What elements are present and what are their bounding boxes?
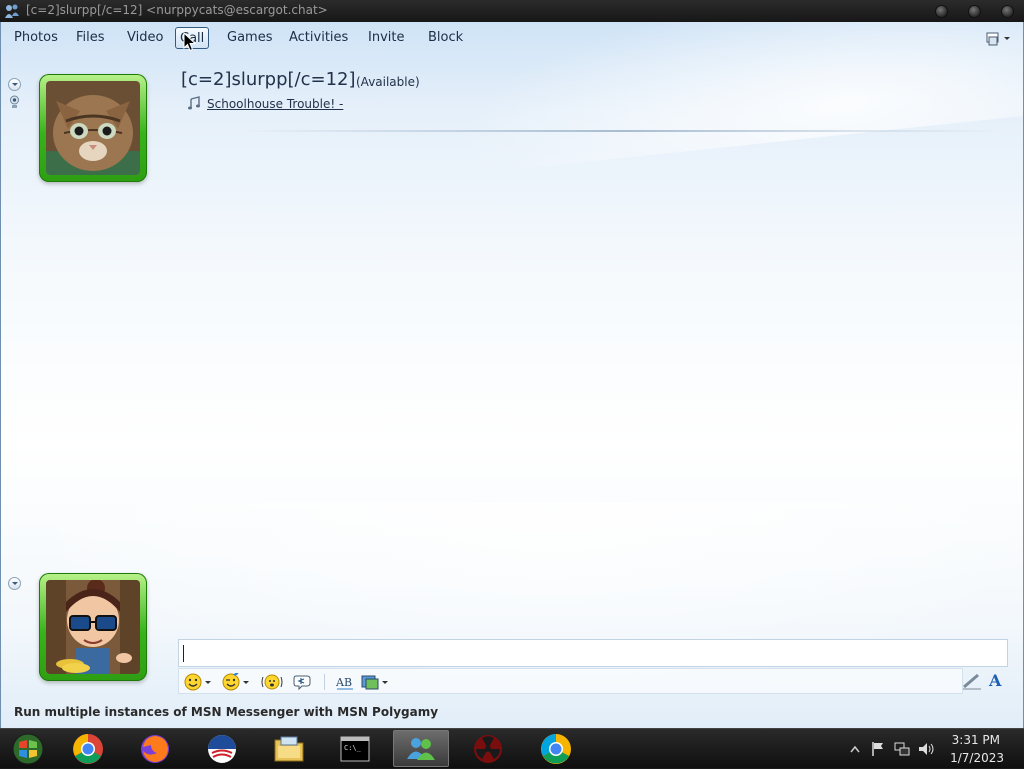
ad-banner-text[interactable]: Run multiple instances of MSN Messenger … — [14, 705, 438, 719]
taskbar-command-prompt[interactable]: C:\_ — [327, 730, 383, 767]
menu-video[interactable]: Video — [125, 27, 165, 49]
handwriting-icon[interactable] — [961, 671, 983, 691]
contact-status: (Available) — [356, 75, 420, 89]
system-tray: 3:31 PM 1/7/2023 — [834, 729, 1024, 769]
taskbar-file-explorer[interactable] — [261, 730, 317, 767]
taskbar-radioactive-app[interactable] — [460, 730, 516, 767]
message-input[interactable] — [178, 639, 1008, 667]
menu-invite[interactable]: Invite — [366, 27, 406, 49]
spellcheck-button[interactable]: AB — [335, 672, 355, 692]
start-button[interactable] — [0, 730, 56, 767]
svg-text:C:\_: C:\_ — [344, 744, 362, 752]
taskbar-chrome[interactable] — [60, 730, 116, 767]
window-title: [c=2]slurpp[/c=12] <nurppycats@escargot.… — [26, 3, 328, 17]
music-note-icon — [188, 96, 200, 110]
message-history[interactable] — [178, 142, 1008, 632]
title-bar[interactable]: [c=2]slurpp[/c=12] <nurppycats@escargot.… — [0, 0, 1024, 22]
taskbar-msn-messenger[interactable] — [393, 730, 449, 767]
background-button[interactable] — [361, 672, 388, 692]
obama-logo-icon — [208, 734, 236, 763]
menu-games[interactable]: Games — [225, 27, 274, 49]
wink-icon — [222, 673, 240, 691]
spellcheck-icon: AB — [335, 676, 353, 690]
collapse-own-pic-button[interactable] — [8, 577, 21, 590]
text-caret — [183, 645, 184, 662]
taskbar-firefox[interactable] — [127, 730, 183, 767]
personal-message-link[interactable]: Schoolhouse Trouble! - — [207, 97, 343, 111]
taskbar: C:\_ 3:31 PM 1/7/2023 — [0, 728, 1024, 768]
chrome-alt-icon — [541, 733, 571, 764]
wink-button[interactable] — [222, 672, 249, 692]
contact-display-picture[interactable] — [39, 74, 147, 182]
contact-name: [c=2]slurpp[/c=12] — [181, 69, 356, 90]
command-prompt-icon: C:\_ — [340, 736, 370, 761]
background-icon — [361, 675, 379, 690]
clock-date[interactable]: 1/7/2023 — [950, 751, 1004, 765]
taskbar-obama[interactable] — [194, 730, 250, 767]
msn-messenger-icon — [407, 737, 435, 760]
volume-icon[interactable] — [918, 741, 936, 757]
action-center-flag-icon[interactable] — [870, 741, 886, 757]
minimize-button[interactable] — [935, 5, 948, 18]
clock-time[interactable]: 3:31 PM — [952, 733, 1000, 747]
menu-block[interactable]: Block — [426, 27, 465, 49]
webcam-icon[interactable] — [9, 95, 20, 109]
menu-activities[interactable]: Activities — [287, 27, 350, 49]
menu-files[interactable]: Files — [74, 27, 107, 49]
show-hidden-icons-icon[interactable] — [850, 745, 860, 753]
svg-text:AB: AB — [335, 676, 352, 689]
menu-bar: Photos Files Video Call Games Activities… — [1, 24, 1023, 52]
nudge-button[interactable] — [260, 672, 284, 692]
start-orb-icon — [12, 733, 44, 764]
emoticon-icon — [184, 673, 202, 691]
format-toolbar: AB — [178, 668, 963, 694]
conversation-window: Photos Files Video Call Games Activities… — [0, 22, 1024, 728]
collapse-contact-pic-button[interactable] — [8, 78, 21, 91]
msn-buddy-icon — [5, 4, 19, 18]
header-divider — [241, 130, 1001, 132]
cartoon-avatar — [46, 580, 140, 674]
menu-photos[interactable]: Photos — [12, 27, 60, 49]
mouse-cursor-icon — [183, 32, 197, 52]
nudge-icon — [261, 674, 283, 690]
voice-clip-button[interactable] — [293, 672, 313, 692]
close-button[interactable] — [1001, 5, 1014, 18]
show-menu-icon[interactable] — [985, 31, 1011, 47]
voice-clip-icon — [293, 675, 311, 691]
own-display-picture[interactable] — [39, 573, 147, 681]
font-icon[interactable]: A — [989, 671, 1007, 691]
emoticon-button[interactable] — [184, 672, 211, 692]
kitten-photo — [46, 81, 140, 175]
taskbar-chrome-alt[interactable] — [528, 730, 584, 767]
maximize-button[interactable] — [968, 5, 981, 18]
chrome-icon — [73, 733, 103, 764]
network-icon[interactable] — [894, 741, 910, 757]
file-explorer-icon — [274, 736, 304, 761]
radioactive-icon — [474, 734, 502, 763]
firefox-icon — [141, 734, 169, 763]
